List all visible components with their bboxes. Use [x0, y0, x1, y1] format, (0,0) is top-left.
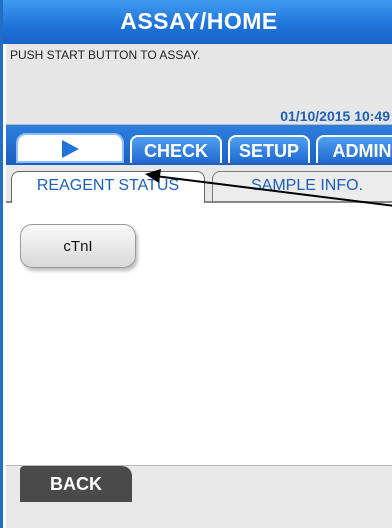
datetime-display: 01/10/2015 10:49 [280, 108, 390, 124]
main-tab-bar: CHECK SETUP ADMIN [6, 125, 392, 165]
reagent-content-area: cTnI [6, 203, 392, 465]
title-bar: ASSAY/HOME [3, 0, 392, 44]
tab-sample-info[interactable]: SAMPLE INFO. [212, 171, 392, 201]
tab-reagent-status[interactable]: REAGENT STATUS [11, 171, 205, 203]
tab-start-assay[interactable] [16, 133, 124, 163]
message-panel: PUSH START BUTTON TO ASSAY. 01/10/2015 1… [6, 44, 392, 125]
page-title: ASSAY/HOME [120, 8, 278, 34]
tab-setup[interactable]: SETUP [228, 135, 310, 163]
back-button[interactable]: BACK [20, 466, 132, 502]
reagent-button-ctni[interactable]: cTnI [20, 224, 136, 268]
tab-admin[interactable]: ADMIN [316, 135, 392, 163]
status-message: PUSH START BUTTON TO ASSAY. [10, 48, 201, 62]
app-window: ASSAY/HOME PUSH START BUTTON TO ASSAY. 0… [0, 0, 392, 528]
tab-check[interactable]: CHECK [130, 135, 222, 163]
sub-tab-bar: REAGENT STATUS SAMPLE INFO. [6, 165, 392, 203]
play-icon [62, 140, 79, 158]
